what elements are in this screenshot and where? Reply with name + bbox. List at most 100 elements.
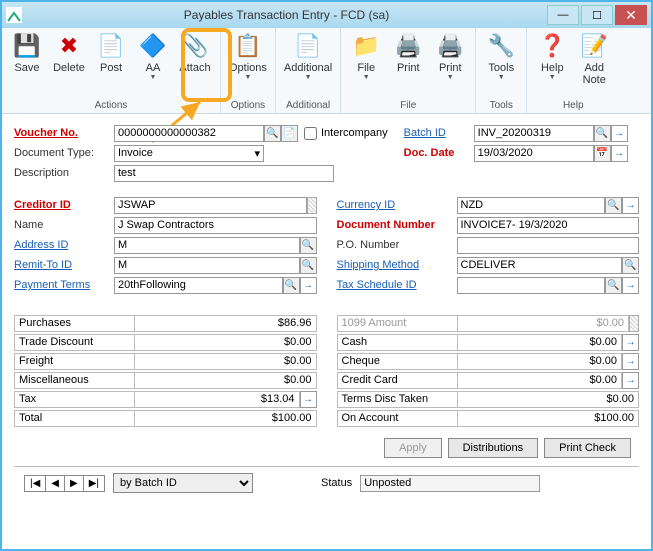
payterms-field[interactable]: 20thFollowing: [114, 277, 283, 294]
cheque-amount[interactable]: $0.00: [457, 353, 623, 370]
help-button[interactable]: ❓Help▼: [531, 30, 573, 99]
batch-expand-icon[interactable]: →: [611, 125, 628, 142]
delete-button[interactable]: ✖Delete: [48, 30, 90, 99]
intercompany-checkbox[interactable]: [304, 127, 317, 140]
purchases-amount[interactable]: $86.96: [134, 315, 317, 332]
terms-amount[interactable]: $0.00: [457, 391, 640, 408]
ship-lookup-icon[interactable]: 🔍: [622, 257, 639, 274]
delete-icon: ✖: [55, 32, 83, 60]
print-icon: 🖨️: [394, 32, 422, 60]
currency-lookup-icon[interactable]: 🔍: [605, 197, 622, 214]
actions-group-label: Actions: [95, 99, 128, 113]
form-body: Voucher No. 0000000000000382 🔍 📄 Interco…: [2, 114, 651, 505]
tradedisc-amount[interactable]: $0.00: [134, 334, 317, 351]
address-lookup-icon[interactable]: 🔍: [300, 237, 317, 254]
apply-button: Apply: [384, 438, 442, 458]
currency-expand-icon[interactable]: →: [622, 197, 639, 214]
address-field[interactable]: M: [114, 237, 300, 254]
note-icon: 📝: [580, 32, 608, 60]
attach-icon: 📎: [181, 32, 209, 60]
batch-lookup-icon[interactable]: 🔍: [594, 125, 611, 142]
save-button[interactable]: 💾Save: [6, 30, 48, 99]
credit-expand-icon[interactable]: →: [622, 372, 639, 389]
nav-prev-icon[interactable]: ◀: [46, 476, 65, 491]
payterms-expand-icon[interactable]: →: [300, 277, 317, 294]
sort-combo[interactable]: by Batch ID: [113, 473, 253, 493]
taxsched-expand-icon[interactable]: →: [622, 277, 639, 294]
currency-label[interactable]: Currency ID: [337, 199, 457, 211]
payterms-label[interactable]: Payment Terms: [14, 279, 114, 291]
freight-amount[interactable]: $0.00: [134, 353, 317, 370]
voucher-lookup-icon[interactable]: 🔍: [264, 125, 281, 142]
batch-field[interactable]: INV_20200319: [474, 125, 594, 142]
taxsched-label[interactable]: Tax Schedule ID: [337, 279, 457, 291]
print2-button[interactable]: 🖨️Print▼: [429, 30, 471, 99]
status-field: Unposted: [360, 475, 540, 492]
a1099-amount: $0.00: [457, 315, 630, 332]
total-amount: $100.00: [134, 410, 317, 427]
docnum-field[interactable]: INVOICE7- 19/3/2020: [457, 217, 640, 234]
file-icon: 📁: [352, 32, 380, 60]
credit-amount[interactable]: $0.00: [457, 372, 623, 389]
attach-button[interactable]: 📎Attach: [174, 30, 216, 99]
tax-expand-icon[interactable]: →: [300, 391, 317, 408]
tax-amount[interactable]: $13.04: [134, 391, 300, 408]
voucher-field[interactable]: 0000000000000382: [114, 125, 264, 142]
record-nav[interactable]: |◀ ◀ ▶ ▶|: [24, 475, 105, 492]
save-icon: 💾: [13, 32, 41, 60]
post-button[interactable]: 📄Post: [90, 30, 132, 99]
add-note-button[interactable]: 📝Add Note: [573, 30, 615, 99]
maximize-button[interactable]: ☐: [581, 5, 613, 25]
docdate-expand-icon[interactable]: →: [611, 145, 628, 162]
window-title: Payables Transaction Entry - FCD (sa): [28, 8, 545, 22]
doctype-combo[interactable]: Invoice▾: [114, 145, 264, 162]
file-button[interactable]: 📁File▼: [345, 30, 387, 99]
ship-field[interactable]: CDELIVER: [457, 257, 623, 274]
additional-button[interactable]: 📄Additional▼: [280, 30, 336, 99]
app-icon: [6, 7, 22, 23]
cheque-expand-icon[interactable]: →: [622, 353, 639, 370]
print-check-button[interactable]: Print Check: [544, 438, 631, 458]
payterms-lookup-icon[interactable]: 🔍: [283, 277, 300, 294]
docdate-field[interactable]: 19/03/2020: [474, 145, 594, 162]
currency-field[interactable]: NZD: [457, 197, 606, 214]
taxsched-field[interactable]: [457, 277, 606, 294]
remit-label[interactable]: Remit-To ID: [14, 259, 114, 271]
print-button[interactable]: 🖨️Print: [387, 30, 429, 99]
creditor-label[interactable]: Creditor ID: [14, 199, 114, 211]
description-field[interactable]: test: [114, 165, 334, 182]
tools-button[interactable]: 🔧Tools▼: [480, 30, 522, 99]
cash-amount[interactable]: $0.00: [457, 334, 623, 351]
taxsched-lookup-icon[interactable]: 🔍: [605, 277, 622, 294]
creditor-field[interactable]: JSWAP: [114, 197, 307, 214]
additional-icon: 📄: [294, 32, 322, 60]
options-icon: 📋: [234, 32, 262, 60]
minimize-button[interactable]: —: [547, 5, 579, 25]
address-label[interactable]: Address ID: [14, 239, 114, 251]
nav-last-icon[interactable]: ▶|: [84, 476, 104, 491]
ponum-field[interactable]: [457, 237, 640, 254]
ship-label[interactable]: Shipping Method: [337, 259, 457, 271]
tools-icon: 🔧: [487, 32, 515, 60]
title-bar: Payables Transaction Entry - FCD (sa) — …: [2, 2, 651, 28]
nav-next-icon[interactable]: ▶: [65, 476, 84, 491]
distributions-button[interactable]: Distributions: [448, 438, 539, 458]
aa-icon: 🔷: [139, 32, 167, 60]
options-button[interactable]: 📋Options▼: [225, 30, 271, 99]
creditor-handle[interactable]: [307, 197, 317, 214]
name-field[interactable]: J Swap Contractors: [114, 217, 317, 234]
voucher-note-icon[interactable]: 📄: [281, 125, 298, 142]
aa-button[interactable]: 🔷AA▼: [132, 30, 174, 99]
misc-amount[interactable]: $0.00: [134, 372, 317, 389]
remit-field[interactable]: M: [114, 257, 300, 274]
ribbon: 💾Save ✖Delete 📄Post 🔷AA▼ 📎Attach Actions…: [2, 28, 651, 114]
cash-expand-icon[interactable]: →: [622, 334, 639, 351]
close-button[interactable]: ✕: [615, 5, 647, 25]
a1099-handle[interactable]: [629, 315, 639, 332]
remit-lookup-icon[interactable]: 🔍: [300, 257, 317, 274]
nav-first-icon[interactable]: |◀: [25, 476, 46, 491]
docdate-cal-icon[interactable]: 📅: [594, 145, 611, 162]
voucher-label[interactable]: Voucher No.: [14, 127, 114, 139]
post-icon: 📄: [97, 32, 125, 60]
batch-label[interactable]: Batch ID: [404, 127, 474, 139]
